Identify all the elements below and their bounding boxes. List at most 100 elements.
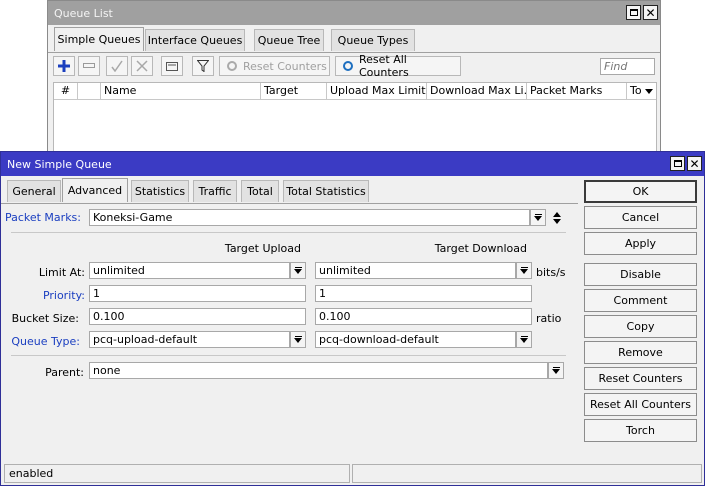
disable-button[interactable]: Disable <box>584 263 697 286</box>
filter-button[interactable] <box>192 56 214 76</box>
new-simple-queue-dialog: New Simple Queue ✕ General Advanced Stat… <box>0 151 705 486</box>
dropdown-icon <box>520 267 528 274</box>
tab-label: Total Statistics <box>286 185 366 198</box>
priority-upload-field[interactable]: 1 <box>89 285 306 302</box>
find-input[interactable] <box>600 58 655 75</box>
close-icon[interactable]: ✕ <box>643 5 658 20</box>
status-bar: enabled <box>4 464 350 483</box>
comment-button[interactable] <box>161 56 183 76</box>
priority-download-field[interactable]: 1 <box>315 285 532 302</box>
bucket-size-label: Bucket Size: <box>11 312 79 325</box>
filter-icon <box>197 60 209 72</box>
queue-type-label[interactable]: Queue Type: <box>1 335 80 348</box>
close-icon[interactable]: ✕ <box>687 156 702 171</box>
dropdown-icon <box>644 88 653 94</box>
tab-simple-queues[interactable]: Simple Queues <box>54 27 144 51</box>
tab-queue-tree[interactable]: Queue Tree <box>254 29 324 51</box>
reset-counters-label: Reset Counters <box>243 59 327 73</box>
column-header-target[interactable]: Target <box>261 83 327 100</box>
tab-label: Traffic <box>198 185 232 198</box>
remove-button[interactable] <box>78 56 100 76</box>
tab-label: General <box>12 185 56 198</box>
column-header-to[interactable]: To <box>627 83 642 100</box>
enable-button[interactable] <box>106 56 128 76</box>
tab-queue-types[interactable]: Queue Types <box>331 29 415 51</box>
comment-button[interactable]: Comment <box>584 289 697 312</box>
column-menu-button[interactable] <box>641 83 656 99</box>
column-header-packet-marks[interactable]: Packet Marks <box>527 83 627 100</box>
disable-icon <box>136 60 148 72</box>
parent-label: Parent: <box>45 366 84 379</box>
queue-type-download-field[interactable]: pcq-download-default <box>315 331 516 348</box>
bucket-size-download-field[interactable]: 0.100 <box>315 308 532 325</box>
tab-advanced[interactable]: Advanced <box>62 178 128 202</box>
tab-label: Interface Queues <box>147 34 243 47</box>
maximize-icon[interactable] <box>670 156 685 171</box>
reset-all-counters-button[interactable]: Reset All Counters <box>335 53 461 79</box>
tab-label: Statistics <box>134 185 186 198</box>
dropdown-icon <box>534 214 542 221</box>
column-header-name[interactable]: Name <box>101 83 261 100</box>
tab-label: Advanced <box>67 184 123 197</box>
column-header-upload-max-limit[interactable]: Upload Max Limit <box>327 83 427 100</box>
dropdown-icon <box>520 336 528 343</box>
reset-counters-button[interactable]: Reset Counters <box>219 56 330 76</box>
reset-counters-button[interactable]: Reset Counters <box>584 367 697 390</box>
queue-type-upload-field[interactable]: pcq-upload-default <box>89 331 290 348</box>
target-upload-header: Target Upload <box>224 242 301 255</box>
tab-label: Total <box>247 185 273 198</box>
column-header-download-max-limit[interactable]: Download Max Li... <box>427 83 527 100</box>
dropdown-icon <box>294 336 302 343</box>
apply-button[interactable]: Apply <box>584 232 697 255</box>
packet-marks-label[interactable]: Packet Marks: <box>1 211 81 224</box>
dialog-titlebar[interactable]: New Simple Queue ✕ <box>1 152 704 176</box>
priority-label[interactable]: Priority: <box>1 289 85 302</box>
separator <box>11 232 566 233</box>
parent-field[interactable]: none <box>89 362 548 379</box>
limit-at-upload-field[interactable]: unlimited <box>89 262 290 279</box>
limit-at-download-dropdown[interactable] <box>516 262 532 279</box>
tab-traffic[interactable]: Traffic <box>193 180 237 202</box>
dropdown-icon <box>294 267 302 274</box>
reset-icon <box>227 61 237 71</box>
disable-button[interactable] <box>131 56 153 76</box>
column-header-number[interactable]: # <box>54 83 78 100</box>
dialog-title: New Simple Queue <box>7 158 112 171</box>
torch-button[interactable]: Torch <box>584 419 697 442</box>
bucket-size-upload-field[interactable]: 0.100 <box>89 308 306 325</box>
copy-button[interactable]: Copy <box>584 315 697 338</box>
separator <box>11 355 566 356</box>
tab-label: Queue Tree <box>257 34 321 47</box>
packet-marks-dropdown[interactable] <box>530 209 546 226</box>
tab-general[interactable]: General <box>7 180 61 202</box>
add-icon <box>58 60 70 72</box>
tab-label: Simple Queues <box>57 33 141 46</box>
add-button[interactable] <box>53 56 75 76</box>
ok-button[interactable]: OK <box>584 180 697 203</box>
limit-at-upload-dropdown[interactable] <box>290 262 306 279</box>
maximize-icon[interactable] <box>626 5 641 20</box>
tab-total[interactable]: Total <box>241 180 279 202</box>
reset-icon <box>343 61 353 71</box>
queue-list-window: Queue List ✕ Simple Queues Interface Que… <box>47 0 661 152</box>
packet-marks-field[interactable]: Koneksi-Game <box>89 209 530 226</box>
queue-type-upload-dropdown[interactable] <box>290 331 306 348</box>
up-down-icon[interactable] <box>550 209 564 226</box>
tab-interface-queues[interactable]: Interface Queues <box>145 29 245 51</box>
queue-list-title: Queue List <box>54 7 113 20</box>
tab-total-statistics[interactable]: Total Statistics <box>283 180 369 202</box>
reset-all-counters-label: Reset All Counters <box>359 53 409 79</box>
dropdown-icon <box>552 367 560 374</box>
cancel-button[interactable]: Cancel <box>584 206 697 229</box>
limit-at-unit: bits/s <box>536 266 566 279</box>
limit-at-download-field[interactable]: unlimited <box>315 262 516 279</box>
parent-dropdown[interactable] <box>548 362 564 379</box>
queue-list-titlebar[interactable]: Queue List ✕ <box>48 1 660 25</box>
tab-statistics[interactable]: Statistics <box>131 180 189 202</box>
queue-type-download-dropdown[interactable] <box>516 331 532 348</box>
reset-all-counters-button[interactable]: Reset All Counters <box>584 393 697 416</box>
column-header-flags[interactable] <box>78 83 101 100</box>
remove-button[interactable]: Remove <box>584 341 697 364</box>
enable-icon <box>111 60 123 72</box>
tab-label: Queue Types <box>337 34 409 47</box>
